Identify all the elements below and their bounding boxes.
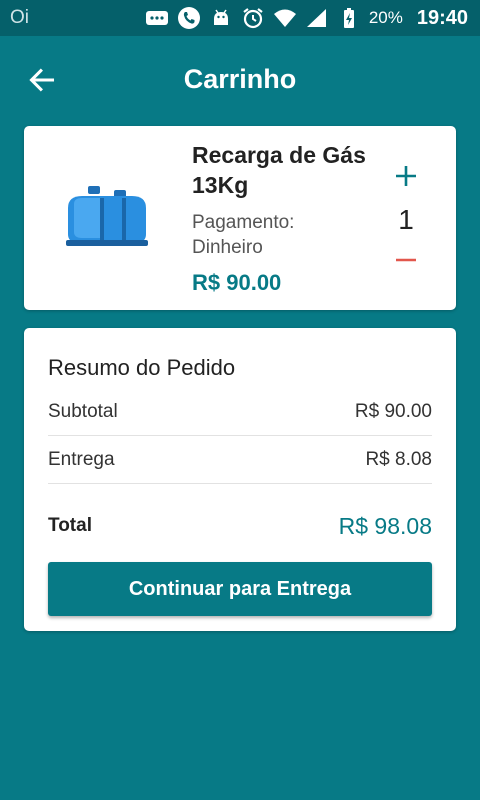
increase-quantity-icon[interactable]: [392, 162, 420, 190]
total-value: R$ 98.08: [338, 512, 432, 539]
decrease-quantity-icon[interactable]: [392, 250, 420, 270]
continue-to-delivery-button[interactable]: Continuar para Entrega: [48, 562, 432, 616]
summary-title: Resumo do Pedido: [48, 355, 236, 380]
app-bar: Carrinho: [0, 36, 480, 122]
total-label: Total: [48, 515, 92, 536]
delivery-value: R$ 8.08: [365, 448, 432, 470]
quantity-value: 1: [398, 204, 414, 235]
subtotal-value: R$ 90.00: [354, 400, 432, 422]
total-row: Total R$ 98.08: [48, 504, 432, 548]
phone-icon: [177, 6, 201, 30]
status-bar: Oi 20% 19:40: [0, 0, 480, 36]
battery-percent: 20%: [368, 8, 403, 27]
battery-charging-icon: [337, 6, 361, 30]
back-button[interactable]: [26, 64, 58, 96]
carrier-name: Oi: [10, 7, 29, 28]
chat-icon: [145, 6, 169, 30]
signal-icon: [305, 6, 329, 30]
gas-cylinder-icon: [66, 186, 148, 246]
cart-item-card: Recarga de Gás 13Kg Pagamento: Dinheiro …: [24, 126, 456, 310]
payment-method: Dinheiro: [192, 237, 263, 258]
wifi-icon: [273, 6, 297, 30]
order-summary-card: Resumo do Pedido Subtotal R$ 90.00 Entre…: [24, 328, 456, 631]
status-icons: 20% 19:40: [145, 6, 468, 30]
delivery-label: Entrega: [48, 448, 115, 470]
page-title: Carrinho: [183, 63, 297, 94]
subtotal-row: Subtotal R$ 90.00: [48, 388, 432, 436]
alarm-icon: [241, 6, 265, 30]
subtotal-label: Subtotal: [48, 400, 118, 422]
android-icon: [209, 6, 233, 30]
delivery-row: Entrega R$ 8.08: [48, 436, 432, 484]
product-price: R$ 90.00: [192, 270, 282, 295]
payment-info: Pagamento: Dinheiro: [192, 210, 362, 260]
payment-label: Pagamento:: [192, 212, 295, 233]
clock: 19:40: [416, 6, 468, 29]
product-name: Recarga de Gás 13Kg: [192, 142, 366, 198]
arrow-back-icon: [29, 68, 55, 92]
